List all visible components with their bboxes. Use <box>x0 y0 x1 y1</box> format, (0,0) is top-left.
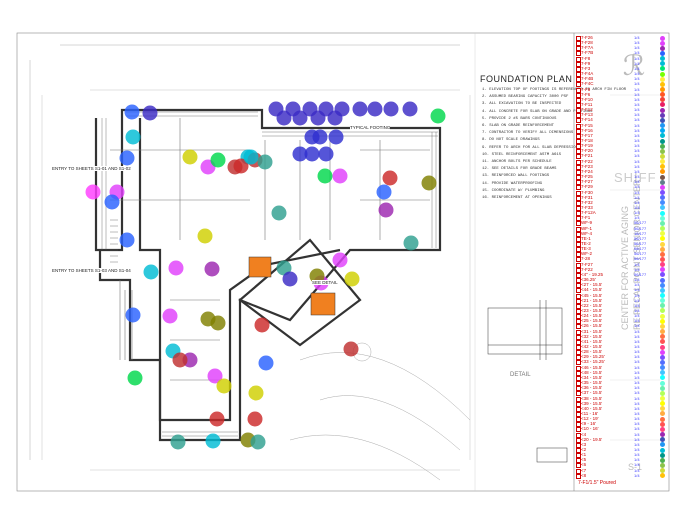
footing-marker[interactable] <box>292 110 308 126</box>
footing-marker[interactable] <box>343 341 359 357</box>
general-note: 12. SEE DETAILS FOR GRADE BEAMS <box>482 167 557 172</box>
general-note: 3. ALL EXCAVATION TO BE INSPECTED <box>482 102 562 107</box>
footing-marker[interactable] <box>250 434 266 450</box>
footing-marker[interactable] <box>304 146 320 162</box>
general-note: 5. PROVIDE 2 #5 BARS CONTINUOUS <box>482 116 557 121</box>
footing-marker[interactable] <box>243 149 259 165</box>
legend-footer-label: 7-F1/1.5" Poured <box>578 480 616 486</box>
footing-marker[interactable] <box>197 228 213 244</box>
footing-marker[interactable] <box>421 175 437 191</box>
footing-marker[interactable] <box>85 184 101 200</box>
general-note: 11. ANCHOR BOLTS PER SCHEDULE <box>482 160 552 164</box>
footing-marker[interactable] <box>282 271 298 287</box>
footing-marker[interactable] <box>143 264 159 280</box>
footing-marker[interactable] <box>210 152 226 168</box>
stair <box>110 219 118 263</box>
footing-marker[interactable] <box>216 378 232 394</box>
footing-marker[interactable] <box>310 110 326 126</box>
plan-label-see-detail: SEE DETAIL <box>312 280 338 285</box>
plan-label-entry-2: ENTRY TO SHEETS S1-03 AND S1-04 <box>52 268 131 273</box>
footing-marker[interactable] <box>402 101 418 117</box>
footing-marker[interactable] <box>124 104 140 120</box>
stamp-box <box>536 447 568 463</box>
footing-marker[interactable] <box>142 105 158 121</box>
detail-label: DETAIL <box>510 372 531 378</box>
footing-marker[interactable] <box>327 110 343 126</box>
legend-color-swatch <box>660 473 665 479</box>
footing-marker[interactable] <box>127 370 143 386</box>
footing-marker[interactable] <box>328 129 344 145</box>
footing-marker[interactable] <box>258 355 274 371</box>
general-note: 6. SLAB ON GRADE REINFORCEMENT <box>482 124 555 128</box>
footing-marker[interactable] <box>318 146 334 162</box>
legend-row[interactable]: <8 1/4 <box>574 473 668 480</box>
footing-marker[interactable] <box>271 205 287 221</box>
footing-marker[interactable] <box>104 194 120 210</box>
markup-legend-panel[interactable]: 7-F26 1/4 7-F28 1/4 7-F7A 1/4 7-F7B 1/4 7-F8 1/4 7… <box>574 33 668 491</box>
general-note: 13. REINFORCED WALL FOOTINGS <box>482 174 550 179</box>
footing-marker[interactable] <box>382 170 398 186</box>
footing-marker[interactable] <box>172 352 188 368</box>
legend-label: <8 <box>581 472 587 478</box>
footing-marker[interactable] <box>119 232 135 248</box>
footing-marker[interactable] <box>332 168 348 184</box>
general-note: 14. PROVIDE WATERPROOFING <box>482 181 543 186</box>
general-note: 16. REINFORCEMENT AT OPENINGS <box>482 196 552 200</box>
footing-marker[interactable] <box>209 411 225 427</box>
footing-marker[interactable] <box>248 385 264 401</box>
footing-marker[interactable] <box>367 101 383 117</box>
footing-marker[interactable] <box>125 307 141 323</box>
footing-marker[interactable] <box>247 411 263 427</box>
footing-marker[interactable] <box>182 149 198 165</box>
footing-marker[interactable] <box>317 168 333 184</box>
legend-count: 1/4 <box>634 472 640 478</box>
general-note: 2. ASSUMED BEARING CAPACITY 3000 PSF <box>482 95 569 100</box>
plan-label-entry-1: ENTRY TO SHEETS S1-01 AND S1-02 <box>52 166 131 171</box>
footing-marker[interactable] <box>276 110 292 126</box>
footing-marker[interactable] <box>332 252 348 268</box>
general-note: 15. COORDINATE W/ PLUMBING <box>482 188 545 193</box>
site-curves <box>289 342 471 481</box>
orange-pad-1 <box>248 256 272 278</box>
general-note: 7. CONTRACTOR TO VERIFY ALL DIMENSIONS <box>482 131 574 136</box>
footing-marker[interactable] <box>403 235 419 251</box>
general-note: 9. REFER TO ARCH FOR ALL SLAB DEPRESSION… <box>482 145 581 150</box>
detail-drawing <box>487 300 563 360</box>
orange-pad-2 <box>310 292 336 316</box>
footing-marker[interactable] <box>119 150 135 166</box>
footing-marker[interactable] <box>205 433 221 449</box>
footing-marker[interactable] <box>204 261 220 277</box>
footing-marker[interactable] <box>383 101 399 117</box>
drawing-sheet: FOUNDATION PLAN 1. ELEVATION TOP OF FOOT… <box>0 0 680 525</box>
footing-marker[interactable] <box>344 271 360 287</box>
general-note: 8. DO NOT SCALE DRAWINGS <box>482 138 540 143</box>
plan-label-typical-footing: TYPICAL FOOTING <box>350 125 391 130</box>
footing-marker[interactable] <box>210 315 226 331</box>
footing-marker[interactable] <box>125 129 141 145</box>
footing-marker[interactable] <box>257 154 273 170</box>
footing-marker[interactable] <box>376 184 392 200</box>
footing-marker[interactable] <box>352 101 368 117</box>
footing-marker[interactable] <box>378 202 394 218</box>
footing-marker[interactable] <box>254 317 270 333</box>
general-note: 10. STEEL REINFORCEMENT ASTM A615 <box>482 152 562 157</box>
footing-marker[interactable] <box>162 308 178 324</box>
footing-marker[interactable] <box>304 129 320 145</box>
footing-marker[interactable] <box>430 108 446 124</box>
footing-marker[interactable] <box>168 260 184 276</box>
plan-title: FOUNDATION PLAN <box>480 74 573 84</box>
footing-marker[interactable] <box>170 434 186 450</box>
